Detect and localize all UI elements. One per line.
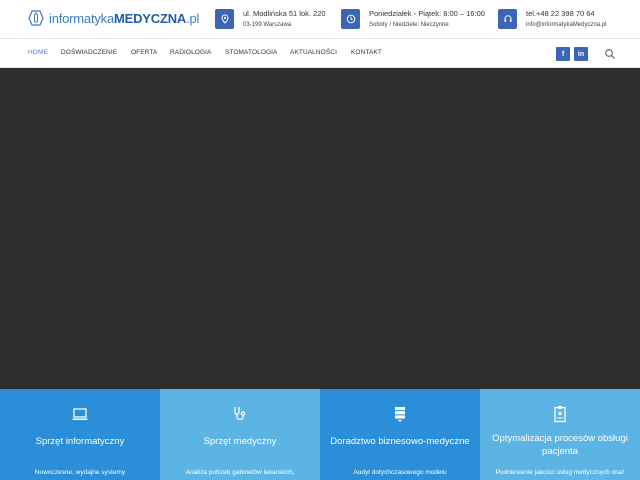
phone-number[interactable]: tel.+48 22 398 70 64 [526,9,606,19]
main-nav: HOME DOŚWIADCZENIE OFERTA RADIOLOGIA STO… [0,38,640,68]
tile-desc: Audyt dotychczasowego modelu [353,469,447,476]
logo-text-bold: MEDYCZNA [114,10,187,26]
nav-item-oferta[interactable]: OFERTA [131,49,157,56]
tile-doradztwo[interactable]: Doradztwo biznesowo-medyczne Audyt dotyc… [320,389,480,480]
tile-desc: Nowoczesne, wydajne systemy [34,469,126,476]
address-info: ul. Modlińska 51 lok. 220 03-199 Warszaw… [215,9,326,31]
tile-sprzet-informatyczny[interactable]: Sprzęt informatyczny Nowoczesne, wydajne… [0,389,160,480]
site-logo[interactable]: informatykaMEDYCZNA.pl [26,8,199,28]
tile-desc: Analiza potrzeb gabinetów lekarskich, [185,469,295,476]
address-line2: 03-199 Warszawa [243,22,292,28]
linkedin-label: in [577,50,585,58]
linkedin-icon[interactable]: in [574,47,588,61]
logo-text-tld: .pl [186,10,200,26]
server-icon [395,407,405,422]
facebook-icon[interactable]: f [556,47,570,61]
address-line1: ul. Modlińska 51 lok. 220 [243,9,326,18]
search-icon[interactable] [604,48,616,60]
nav-item-aktualnosci[interactable]: AKTUALNOŚCI [290,49,337,56]
headset-icon [498,9,517,29]
phone-info: tel.+48 22 398 70 64 info@informatykaMed… [498,9,606,31]
logo-text: informatykaMEDYCZNA.pl [49,11,199,26]
tile-title: Doradztwo biznesowo-medyczne [330,436,470,447]
hours-info: Poniedziałek - Piątek: 8:00 – 16:00 Sobo… [341,9,485,31]
map-pin-icon [215,9,234,29]
logo-mark-icon [28,10,44,26]
tile-title: Sprzęt medyczny [203,436,277,447]
clock-icon [341,9,360,29]
tile-desc: Podniesienie jakości usług medycznych or… [495,469,625,476]
tile-optymalizacja[interactable]: Optymalizacja procesów obsługi pacjenta … [480,389,640,480]
logo-text-light: informatyka [49,10,114,26]
nav-item-radiologia[interactable]: RADIOLOGIA [170,49,211,56]
header-top: informatykaMEDYCZNA.pl ul. Modlińska 51 … [0,0,640,38]
tile-sprzet-medyczny[interactable]: Sprzęt medyczny Analiza potrzeb gabinetó… [160,389,320,480]
nav-item-stomatologia[interactable]: STOMATOLOGIA [225,49,278,56]
clipboard-icon [554,406,566,423]
facebook-label: f [561,50,565,58]
email-link[interactable]: info@informatykaMedyczna.pl [526,19,606,31]
feature-tiles: Sprzęt informatyczny Nowoczesne, wydajne… [0,389,640,480]
nav-item-doswiadczenie[interactable]: DOŚWIADCZENIE [61,49,117,56]
nav-item-kontakt[interactable]: KONTAKT [351,49,382,56]
nav-item-home[interactable]: HOME [28,49,48,56]
hero-slider [0,68,640,389]
laptop-icon [72,408,88,420]
hours-line2: Soboty / Niedziele: Nieczynne [369,22,449,28]
tile-title: Sprzęt informatyczny [35,436,125,447]
stethoscope-icon [234,407,246,420]
hours-line1: Poniedziałek - Piątek: 8:00 – 16:00 [369,9,485,18]
tile-title: Optymalizacja procesów obsługi pacjenta [492,433,628,457]
